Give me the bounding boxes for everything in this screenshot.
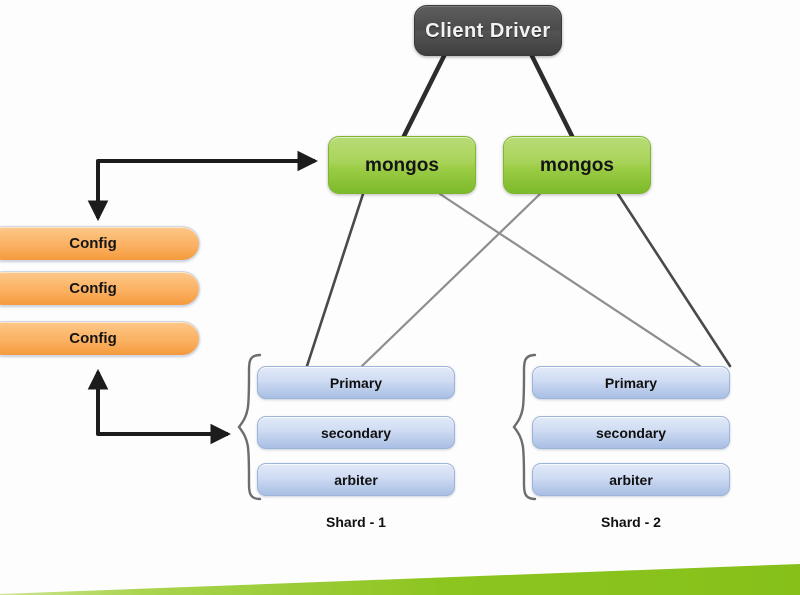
arrow-config-to-shard: [87, 368, 232, 445]
config-arrows: [87, 150, 319, 445]
arrow-config-to-mongos: [87, 150, 319, 222]
diagram-canvas: Client Driver mongos mongos Config Confi…: [0, 0, 800, 595]
